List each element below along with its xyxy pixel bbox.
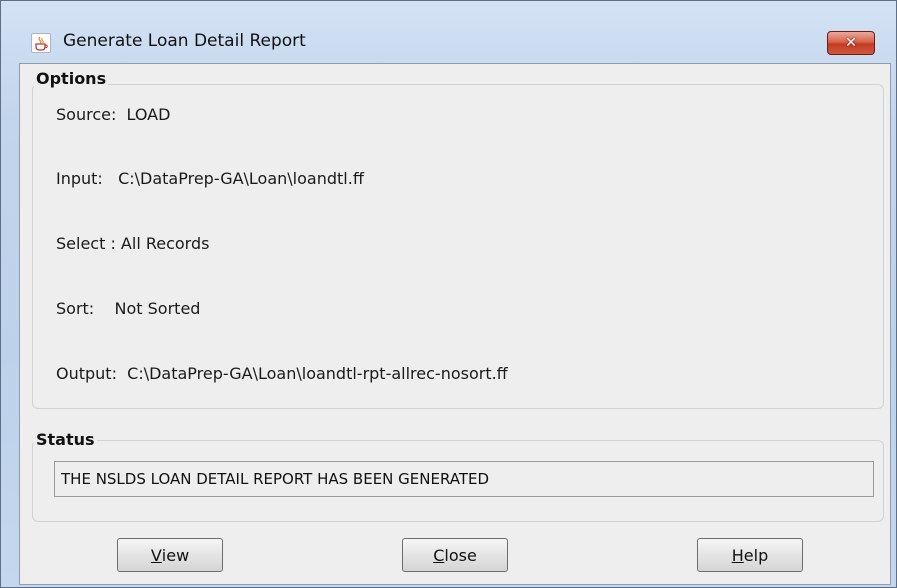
window-title: Generate Loan Detail Report [63, 31, 306, 51]
source-text: Source: LOAD [56, 105, 171, 124]
view-button-label: iew [161, 545, 190, 565]
close-button-mnemonic: C [433, 545, 445, 565]
java-cup-icon [31, 33, 51, 53]
dialog-window: Generate Loan Detail Report ✕ Options So… [0, 0, 897, 588]
help-button-mnemonic: H [731, 545, 744, 565]
close-button[interactable]: Close [402, 538, 508, 572]
sort-text: Sort: Not Sorted [56, 299, 201, 318]
help-button-label: elp [743, 545, 769, 565]
status-legend: Status [34, 430, 97, 449]
view-button[interactable]: View [117, 538, 223, 572]
window-close-button[interactable]: ✕ [827, 31, 875, 55]
close-icon: ✕ [845, 35, 857, 51]
close-button-label: lose [444, 545, 477, 565]
view-button-mnemonic: V [150, 545, 162, 565]
input-text: Input: C:\DataPrep-GA\Loan\loandtl.ff [56, 169, 364, 188]
status-message-field: THE NSLDS LOAN DETAIL REPORT HAS BEEN GE… [54, 461, 874, 497]
output-text: Output: C:\DataPrep-GA\Loan\loandtl-rpt-… [56, 364, 508, 383]
select-text: Select : All Records [56, 234, 210, 253]
help-button[interactable]: Help [697, 538, 803, 572]
dialog-content: Options Source: LOAD Input: C:\DataPrep-… [19, 63, 891, 585]
options-legend: Options [34, 69, 109, 88]
title-bar[interactable]: Generate Loan Detail Report ✕ [1, 1, 896, 55]
